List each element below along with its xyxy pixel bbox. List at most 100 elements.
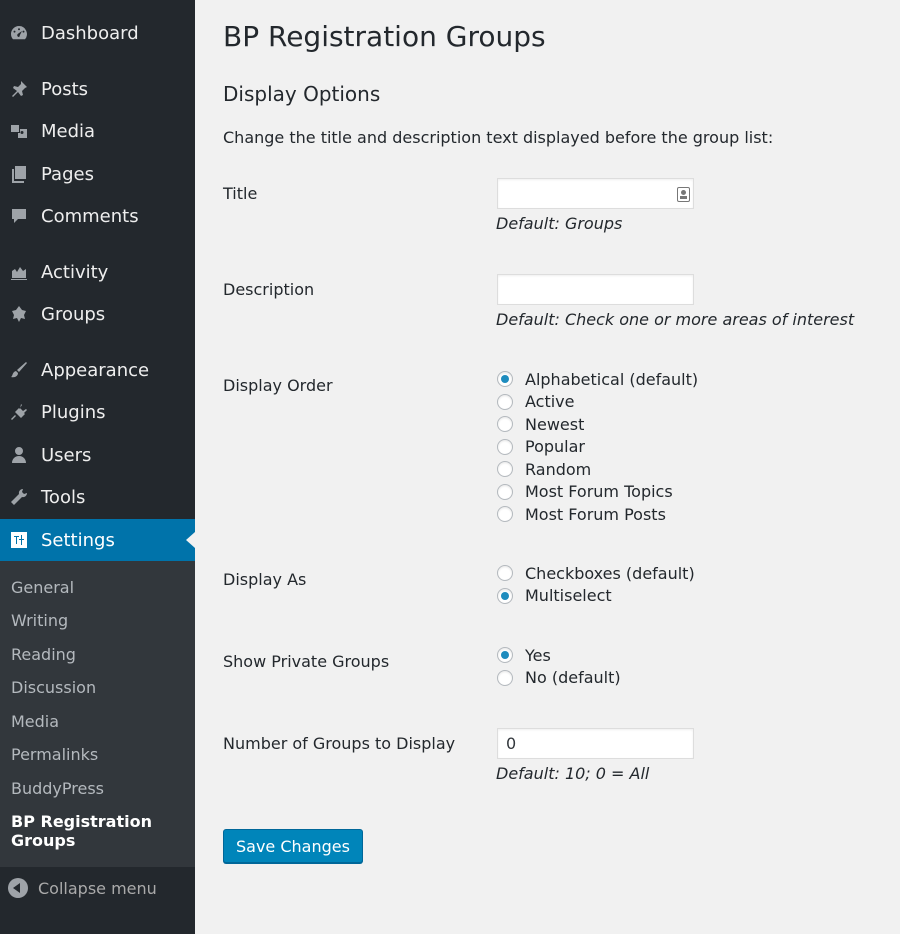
submenu-media[interactable]: Media [11,712,59,731]
show-private-option[interactable]: No (default) [497,667,621,689]
radio-button[interactable] [497,461,513,477]
groups-icon [8,303,30,325]
radio-button[interactable] [497,647,513,663]
collapse-menu-button[interactable]: Collapse menu [0,870,195,906]
menu-item-plugins[interactable]: Plugins [0,394,195,430]
brush-icon [8,359,30,381]
title-label: Title [223,184,258,203]
collapse-label: Collapse menu [38,878,157,898]
menu-label: Users [41,444,92,466]
menu-item-activity[interactable]: Activity [0,254,195,290]
show-private-option-label: No (default) [525,668,621,687]
media-icon [8,120,30,142]
radio-button[interactable] [497,393,513,410]
menu-item-appearance[interactable]: Appearance [0,352,195,388]
current-indicator [186,532,195,548]
menu-label: Media [41,120,96,142]
dashboard-icon [8,22,30,44]
title-hint: Default: Groups [496,214,623,233]
menu-label: Posts [41,78,89,100]
settings-icon [8,529,30,551]
display-order-option-label: Popular [525,437,585,456]
menu-item-media[interactable]: Media [0,113,195,149]
menu-item-dashboard[interactable]: Dashboard [0,15,195,51]
radio-button[interactable] [497,669,513,686]
submenu-permalinks[interactable]: Permalinks [11,745,98,764]
plug-icon [8,401,30,423]
submenu-discussion[interactable]: Discussion [11,678,96,697]
radio-button[interactable] [497,416,513,432]
submenu-buddypress[interactable]: BuddyPress [11,779,104,798]
display-order-option-label: Most Forum Posts [525,504,666,524]
display-as-option[interactable]: Checkboxes (default) [497,562,695,584]
intro-text: Change the title and description text di… [223,128,774,147]
menu-item-posts[interactable]: Posts [0,71,195,107]
menu-label: Comments [41,205,139,227]
menu-label: Pages [41,163,94,185]
number-hint: Default: 10; 0 = All [496,764,650,783]
display-order-option-label: Active [525,392,575,411]
display-order-option-label: Most Forum Topics [525,482,673,501]
main-content: BP Registration Groups Display Options C… [223,0,883,934]
menu-label: Tools [41,486,86,508]
menu-item-users[interactable]: Users [0,437,195,473]
number-of-groups-input[interactable] [497,728,694,759]
number-of-groups-label: Number of Groups to Display [223,734,456,753]
admin-sidebar: Dashboard Posts Media Pages Comments Act… [0,0,195,934]
menu-label: Groups [41,303,106,325]
menu-item-comments[interactable]: Comments [0,198,195,234]
pages-icon [8,163,30,185]
comment-icon [8,205,30,227]
menu-label: Appearance [41,359,150,381]
description-input[interactable] [497,274,694,305]
show-private-option-label: Yes [525,645,551,665]
radio-button[interactable] [497,438,513,455]
radio-button[interactable] [497,371,513,387]
radio-button[interactable] [497,565,513,581]
display-order-option[interactable]: Active [497,391,575,413]
display-order-option-label: Newest [525,414,585,434]
radio-button[interactable] [497,587,513,604]
submenu-writing[interactable]: Writing [11,611,68,630]
display-order-option[interactable]: Alphabetical (default) [497,368,698,390]
page-title: BP Registration Groups [223,20,546,53]
menu-label: Dashboard [41,22,139,44]
save-changes-button[interactable]: Save Changes [223,829,363,863]
display-order-option-label: Random [525,459,592,479]
wrench-icon [8,486,30,508]
radio-button[interactable] [497,483,513,500]
description-label: Description [223,280,315,299]
user-icon [8,444,30,466]
display-order-option[interactable]: Popular [497,436,585,458]
display-order-label: Display Order [223,376,333,395]
menu-label: Activity [41,261,109,283]
menu-item-settings[interactable]: Settings [0,519,195,561]
menu-item-pages[interactable]: Pages [0,156,195,192]
title-input[interactable] [497,178,694,209]
description-hint: Default: Check one or more areas of inte… [496,310,855,329]
display-as-option-label: Checkboxes (default) [525,563,695,583]
display-as-option[interactable]: Multiselect [497,585,612,607]
menu-item-groups[interactable]: Groups [0,296,195,332]
activity-icon [8,261,30,283]
show-private-option[interactable]: Yes [497,644,551,666]
menu-label: Plugins [41,401,106,423]
display-as-option-label: Multiselect [525,586,612,605]
submenu-reading[interactable]: Reading [11,645,76,664]
contact-card-icon[interactable] [677,187,690,202]
menu-label: Settings [41,529,115,551]
display-order-option[interactable]: Random [497,458,591,480]
pin-icon [8,78,30,100]
submenu-bp-registration-groups[interactable]: BP Registration Groups [11,812,161,850]
submenu-general[interactable]: General [11,578,74,597]
display-order-option[interactable]: Newest [497,413,584,435]
display-order-option-label: Alphabetical (default) [525,369,699,389]
display-order-option[interactable]: Most Forum Posts [497,503,666,525]
section-title: Display Options [223,82,381,106]
show-private-groups-label: Show Private Groups [223,652,390,671]
collapse-arrow-icon [8,878,28,898]
display-order-option[interactable]: Most Forum Topics [497,481,673,503]
menu-item-tools[interactable]: Tools [0,479,195,515]
display-as-label: Display As [223,570,307,589]
radio-button[interactable] [497,506,513,522]
